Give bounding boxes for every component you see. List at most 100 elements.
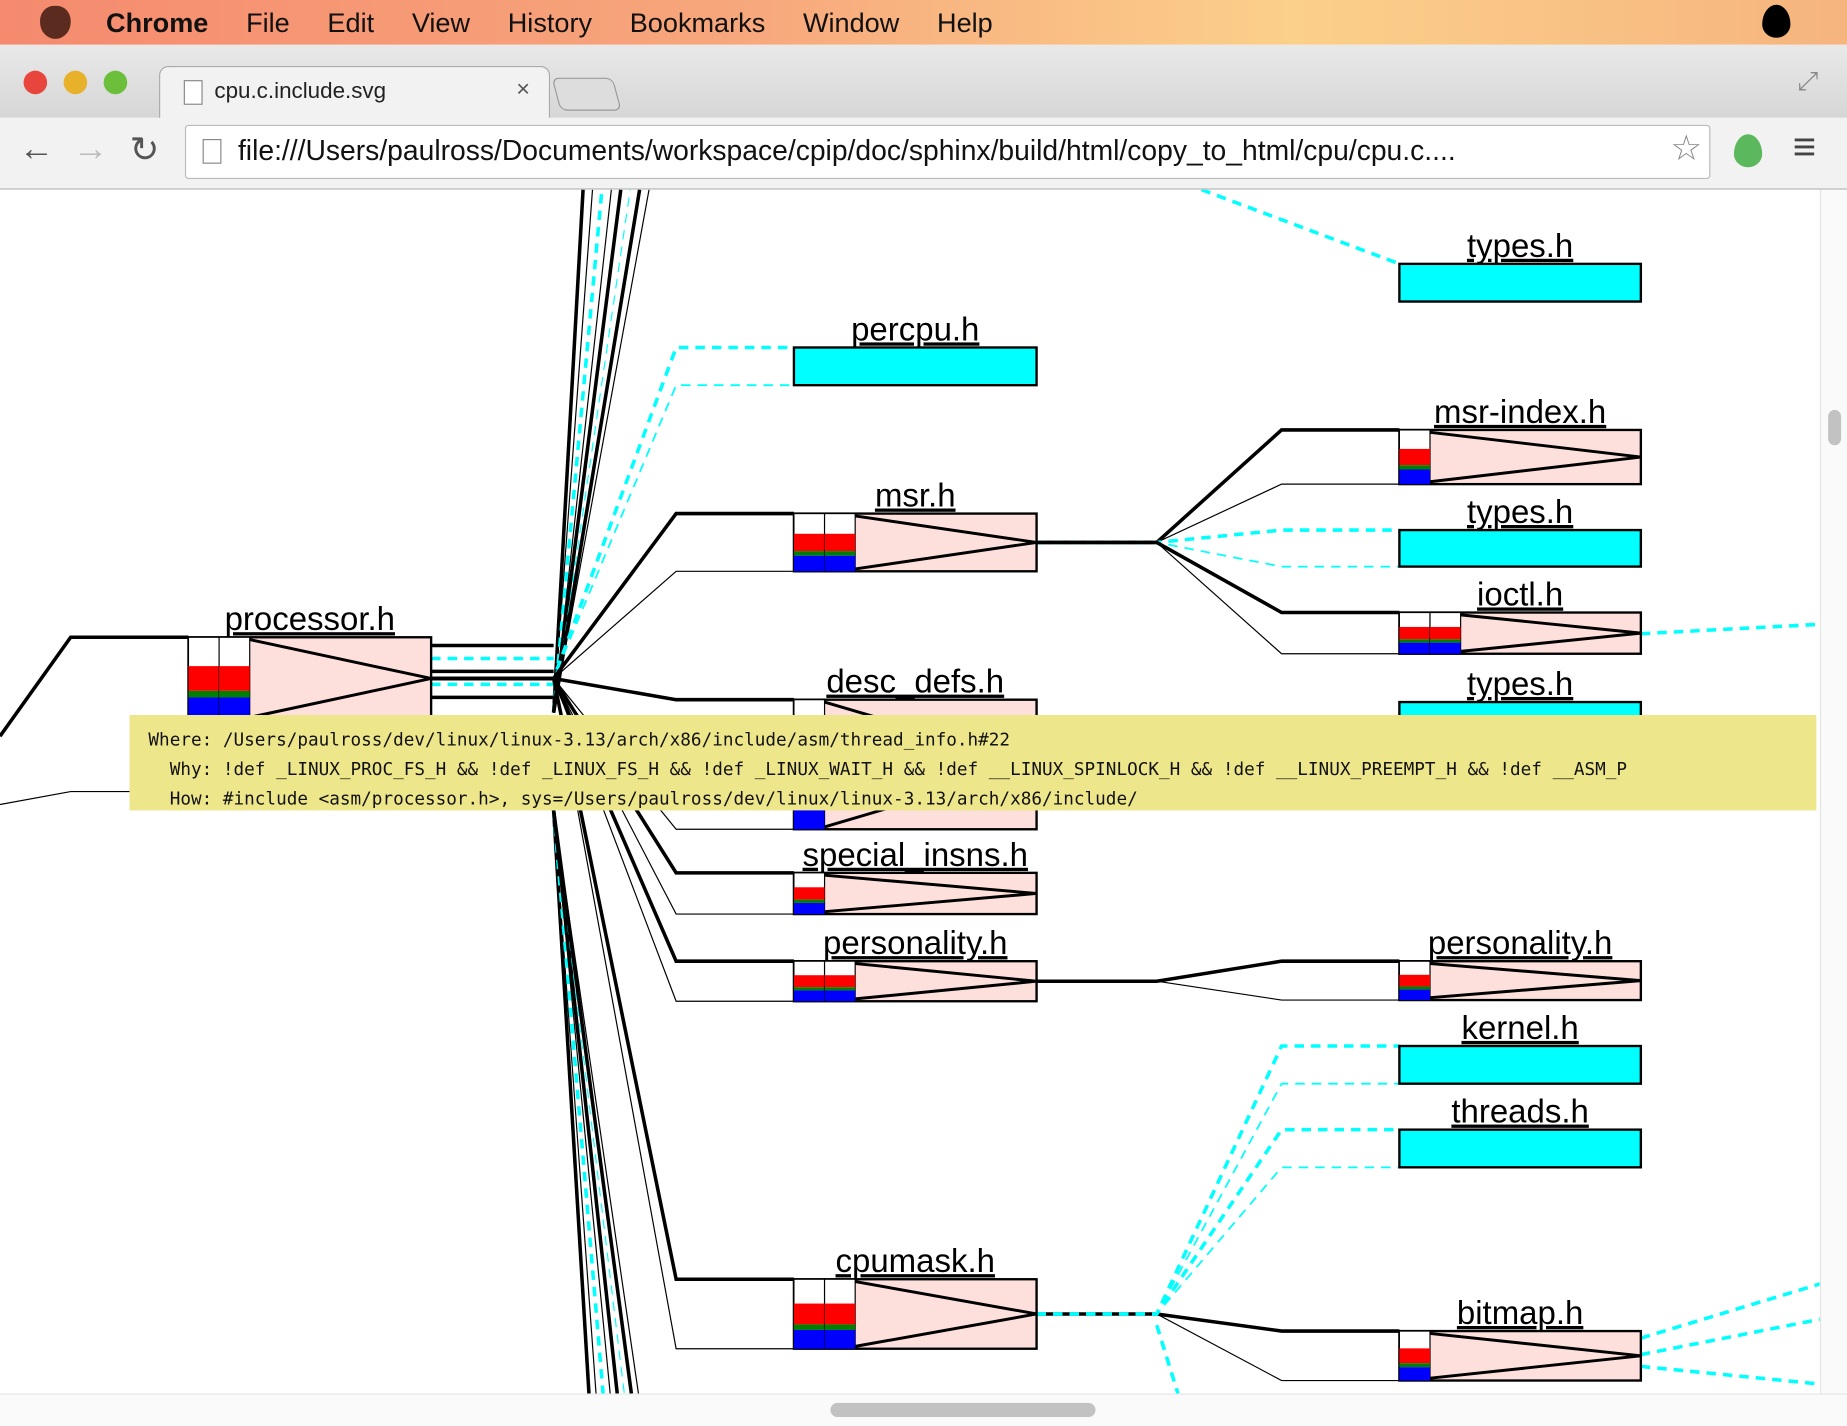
menu-help[interactable]: Help xyxy=(937,6,993,38)
tab-cpu-include-svg[interactable]: cpu.c.include.svg × xyxy=(159,65,551,119)
node-label[interactable]: desc_defs.h xyxy=(826,663,1004,700)
token-bar-blue xyxy=(1399,642,1431,654)
token-bar-green xyxy=(793,551,825,556)
token-bar-red xyxy=(793,887,825,900)
node-label[interactable]: processor.h xyxy=(225,600,395,637)
token-bar-green xyxy=(793,1324,825,1330)
node-box xyxy=(1398,1128,1643,1169)
token-bar-red xyxy=(219,666,250,691)
include-edge-conditional xyxy=(1036,541,1400,568)
token-bar-green xyxy=(1399,986,1431,990)
include-edge xyxy=(431,511,794,681)
mac-menubar: Chrome File Edit View History Bookmarks … xyxy=(0,0,1847,45)
offscreen-edge xyxy=(1640,1317,1820,1357)
offscreen-edge xyxy=(1640,622,1820,636)
token-bar-blue xyxy=(1430,642,1461,654)
include-edge-return xyxy=(431,570,794,680)
node-box xyxy=(1398,428,1643,486)
include-edge-return xyxy=(1036,541,1400,655)
token-bar-blue xyxy=(824,990,856,1002)
node-label[interactable]: cpumask.h xyxy=(836,1242,995,1279)
address-bar[interactable]: file:///Users/paulross/Documents/workspa… xyxy=(184,124,1711,180)
node-label[interactable]: bitmap.h xyxy=(1457,1294,1583,1331)
include-edge-conditional xyxy=(1036,1082,1400,1315)
document-icon xyxy=(183,80,203,105)
back-button[interactable]: ← xyxy=(19,130,54,170)
fullscreen-icon[interactable]: ⤢ xyxy=(1798,66,1819,97)
token-bar-blue xyxy=(793,990,825,1002)
token-bar-red xyxy=(1430,626,1461,640)
minimize-window-button[interactable] xyxy=(63,70,88,95)
menu-file[interactable]: File xyxy=(246,6,290,38)
menu-edit[interactable]: Edit xyxy=(327,6,374,38)
token-bar-red xyxy=(1399,626,1431,640)
node-label[interactable]: personality.h xyxy=(1428,924,1612,961)
tooltip-why: Why: !def _LINUX_PROC_FS_H && !def _LINU… xyxy=(148,758,1628,780)
node-label[interactable]: personality.h xyxy=(823,924,1007,961)
token-bar-red xyxy=(188,666,220,691)
vertical-scroll-thumb[interactable] xyxy=(1828,409,1842,446)
maximize-window-button[interactable] xyxy=(103,70,128,95)
horizontal-scrollbar[interactable] xyxy=(0,1393,1847,1426)
token-bar-blue xyxy=(793,902,825,915)
node-box xyxy=(1398,262,1643,303)
token-bar-red xyxy=(824,1303,856,1325)
menu-chrome[interactable]: Chrome xyxy=(106,6,208,38)
node-label[interactable]: types.h xyxy=(1467,665,1573,702)
apple-icon[interactable] xyxy=(40,5,71,39)
extension-icon[interactable] xyxy=(1733,134,1763,168)
include-edge xyxy=(1036,1312,1400,1333)
token-bar-red xyxy=(1399,1348,1431,1364)
node-label[interactable]: msr.h xyxy=(875,477,956,514)
node-label[interactable]: types.h xyxy=(1467,493,1573,530)
new-tab-button[interactable] xyxy=(551,77,622,111)
token-bar-red xyxy=(1399,974,1431,987)
tab-title: cpu.c.include.svg xyxy=(214,78,387,104)
forward-button[interactable]: → xyxy=(73,130,108,170)
close-tab-icon[interactable]: × xyxy=(516,77,530,104)
page-icon xyxy=(202,138,222,164)
token-bar-blue xyxy=(824,555,856,572)
node-label[interactable]: kernel.h xyxy=(1461,1009,1578,1046)
vertical-scrollbar[interactable] xyxy=(1819,189,1847,1394)
include-edge-conditional xyxy=(1036,1127,1400,1316)
notification-icon[interactable] xyxy=(1762,4,1791,38)
node-label[interactable]: msr-index.h xyxy=(1434,393,1606,430)
include-edge-return xyxy=(1036,980,1400,1001)
menu-bookmarks[interactable]: Bookmarks xyxy=(630,6,766,38)
node-label[interactable]: ioctl.h xyxy=(1477,575,1563,612)
token-bar-green xyxy=(824,551,856,556)
tooltip-where: Where: /Users/paulross/dev/linux/linux-3… xyxy=(148,729,1011,751)
include-edge-conditional xyxy=(1036,1044,1400,1316)
url-text[interactable]: file:///Users/paulross/Documents/workspa… xyxy=(238,135,1456,168)
include-edge-conditional xyxy=(1036,1166,1400,1315)
menu-history[interactable]: History xyxy=(508,6,592,38)
include-edge xyxy=(1036,540,1400,615)
token-bar-red xyxy=(793,533,825,552)
token-bar-green xyxy=(824,1324,856,1330)
token-bar-green xyxy=(188,690,220,698)
token-bar-green xyxy=(1430,639,1461,643)
node-label[interactable]: percpu.h xyxy=(851,310,979,347)
menu-view[interactable]: View xyxy=(412,6,470,38)
node-label[interactable]: special_insns.h xyxy=(803,836,1028,873)
horizontal-scroll-thumb[interactable] xyxy=(830,1402,1096,1418)
token-bar-green xyxy=(793,987,825,991)
tab-strip: cpu.c.include.svg × ⤢ xyxy=(0,44,1847,119)
node-label[interactable]: types.h xyxy=(1467,227,1573,264)
close-window-button[interactable] xyxy=(23,70,48,95)
node-box xyxy=(1398,1044,1643,1085)
token-bar-green xyxy=(1399,1363,1431,1368)
token-bar-blue xyxy=(793,555,825,572)
menu-window[interactable]: Window xyxy=(803,6,899,38)
token-bar-blue xyxy=(1399,989,1431,1001)
token-bar-blue xyxy=(1399,469,1431,485)
bookmark-star-icon[interactable]: ☆ xyxy=(1670,128,1702,169)
include-edge xyxy=(1036,959,1400,983)
node-label[interactable]: threads.h xyxy=(1451,1093,1588,1130)
node-box xyxy=(1398,960,1643,1002)
chrome-menu-button[interactable]: ≡ xyxy=(1793,125,1816,171)
reload-button[interactable]: ↻ xyxy=(130,130,160,171)
parent-edge-return xyxy=(0,790,130,806)
token-bar-green xyxy=(1399,465,1431,470)
